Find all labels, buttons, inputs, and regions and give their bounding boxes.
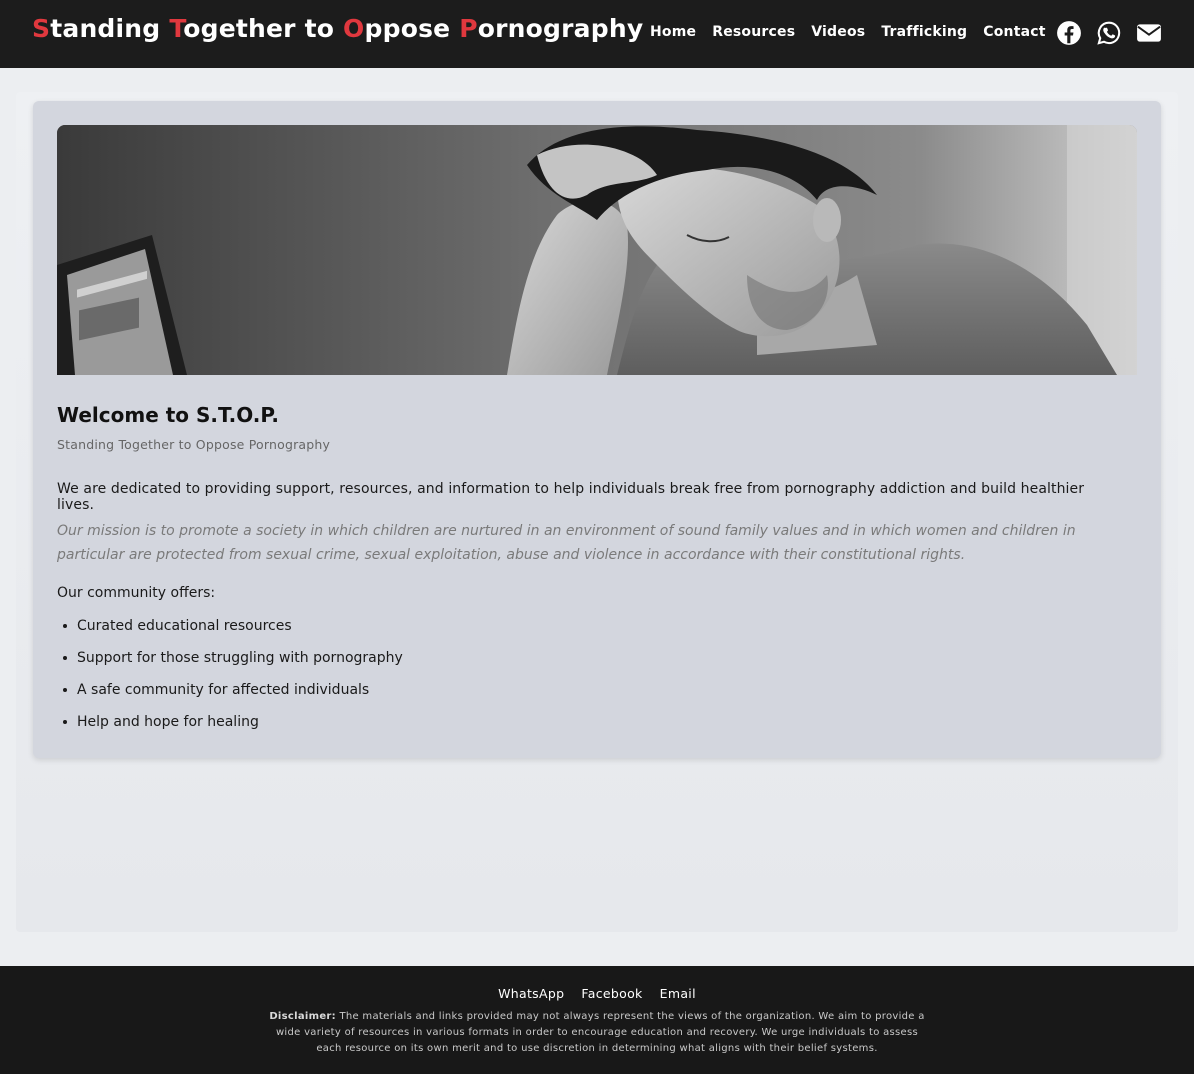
nav-trafficking-link[interactable]: Trafficking xyxy=(873,22,975,42)
top-navbar: Standing Together to Oppose Pornography … xyxy=(0,0,1194,68)
facebook-icon[interactable] xyxy=(1056,20,1082,46)
nav-videos-link[interactable]: Videos xyxy=(803,22,873,42)
whatsapp-icon[interactable] xyxy=(1096,20,1122,46)
list-item: Curated educational resources xyxy=(63,615,403,647)
hero-illustration xyxy=(57,125,1137,375)
brand-word-standing: tanding xyxy=(50,14,170,43)
nav-contact-link[interactable]: Contact xyxy=(975,22,1053,42)
page-title: Welcome to S.T.O.P. xyxy=(57,403,279,427)
brand-initial-t: T xyxy=(169,14,184,43)
disclaimer-label: Disclaimer: xyxy=(269,1011,336,1022)
offers-heading: Our community offers: xyxy=(57,585,216,601)
page-subtitle: Standing Together to Oppose Pornography xyxy=(57,437,331,452)
brand-initial-p: P xyxy=(459,14,478,43)
social-links xyxy=(1056,20,1162,46)
site-brand[interactable]: Standing Together to Oppose Pornography xyxy=(32,14,643,43)
email-icon[interactable] xyxy=(1136,20,1162,46)
main-nav: Home Resources Videos Trafficking Contac… xyxy=(642,22,1054,42)
nav-home-link[interactable]: Home xyxy=(642,22,704,42)
disclaimer-text: Disclaimer: The materials and links prov… xyxy=(262,1009,932,1057)
footer-whatsapp-link[interactable]: WhatsApp xyxy=(498,986,564,1001)
list-item: A safe community for affected individual… xyxy=(63,679,403,711)
welcome-card: Welcome to S.T.O.P. Standing Together to… xyxy=(33,101,1161,758)
hero-image xyxy=(57,125,1137,375)
footer-email-link[interactable]: Email xyxy=(660,986,696,1001)
brand-initial-o: O xyxy=(343,14,365,43)
list-item: Support for those struggling with pornog… xyxy=(63,647,403,679)
brand-word-oppose: ppose xyxy=(364,14,460,43)
nav-resources-link[interactable]: Resources xyxy=(704,22,803,42)
brand-initial-s: S xyxy=(32,14,51,43)
disclaimer-body: The materials and links provided may not… xyxy=(275,1011,925,1054)
list-item: Help and hope for healing xyxy=(63,711,403,743)
site-footer: WhatsApp Facebook Email Disclaimer: The … xyxy=(0,966,1194,1074)
intro-paragraph: We are dedicated to providing support, r… xyxy=(57,481,1085,513)
brand-word-pornography: ornography xyxy=(477,14,644,43)
brand-word-together: ogether to xyxy=(183,14,344,43)
footer-links: WhatsApp Facebook Email xyxy=(0,983,1194,1002)
offers-list: Curated educational resources Support fo… xyxy=(63,615,403,743)
mission-statement: Our mission is to promote a society in w… xyxy=(57,523,1076,563)
footer-facebook-link[interactable]: Facebook xyxy=(581,986,642,1001)
